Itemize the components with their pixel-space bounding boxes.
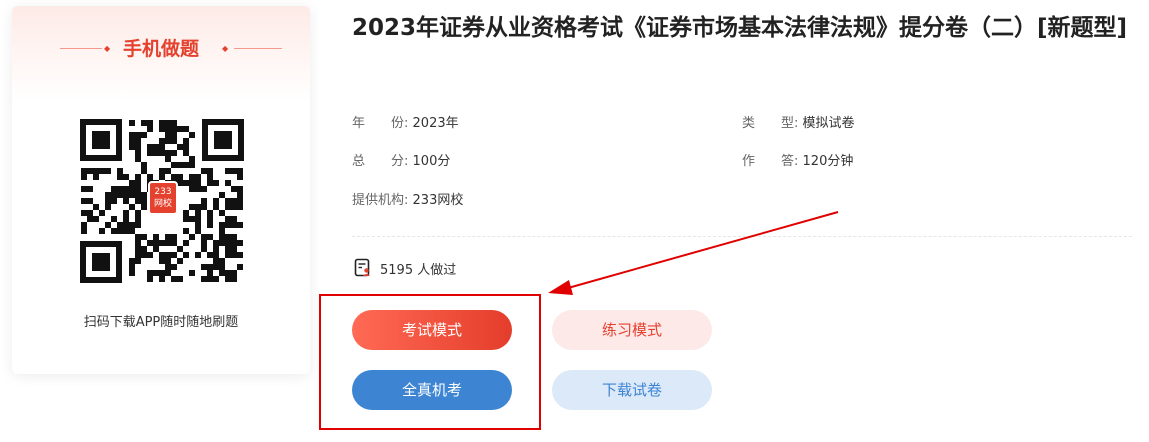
- title-decoration-dot-right: ◆: [222, 44, 229, 53]
- attempt-count-text: 5195 人做过: [380, 262, 457, 278]
- info-total-score: 总 分: 100分: [352, 150, 450, 169]
- logo-text-233: 233: [154, 187, 172, 197]
- logo-text-wangxiao: 网校: [153, 199, 172, 209]
- info-provider: 提供机构: 233网校: [352, 189, 463, 208]
- type-value: 模拟试卷: [802, 116, 855, 131]
- time-label: 作 答:: [742, 154, 799, 169]
- score-value: 100分: [412, 154, 451, 169]
- score-label: 总 分:: [352, 154, 409, 169]
- provider-value: 233网校: [412, 193, 464, 208]
- time-value: 120分钟: [802, 154, 854, 169]
- download-paper-button[interactable]: 下载试卷: [552, 370, 712, 410]
- person-document-icon: [354, 258, 370, 277]
- info-duration: 作 答: 120分钟: [742, 150, 853, 169]
- info-type: 类 型: 模拟试卷: [742, 112, 855, 131]
- app-download-card: ◆ 手机做题 ◆ 233 网校 扫码下载APP随时随地刷题: [12, 6, 310, 374]
- type-label: 类 型:: [742, 116, 799, 131]
- qr-code-box: 233 网校: [62, 101, 262, 291]
- title-decoration-line-right: [234, 48, 282, 49]
- brand-logo-233: 233 网校: [148, 181, 178, 215]
- qr-caption: 扫码下载APP随时随地刷题: [83, 315, 239, 330]
- attempt-count: 5195 人做过: [354, 258, 456, 278]
- divider: [352, 236, 1132, 237]
- practice-mode-button[interactable]: 练习模式: [552, 310, 712, 350]
- paper-title: 2023年证券从业资格考试《证券市场基本法律法规》提分卷（二）[新题型]: [352, 15, 1128, 41]
- info-year: 年 份: 2023年: [352, 112, 459, 131]
- year-label: 年 份:: [352, 116, 409, 131]
- year-value: 2023年: [412, 116, 459, 131]
- provider-label: 提供机构:: [352, 193, 409, 208]
- annotation-highlight-box: [319, 294, 541, 430]
